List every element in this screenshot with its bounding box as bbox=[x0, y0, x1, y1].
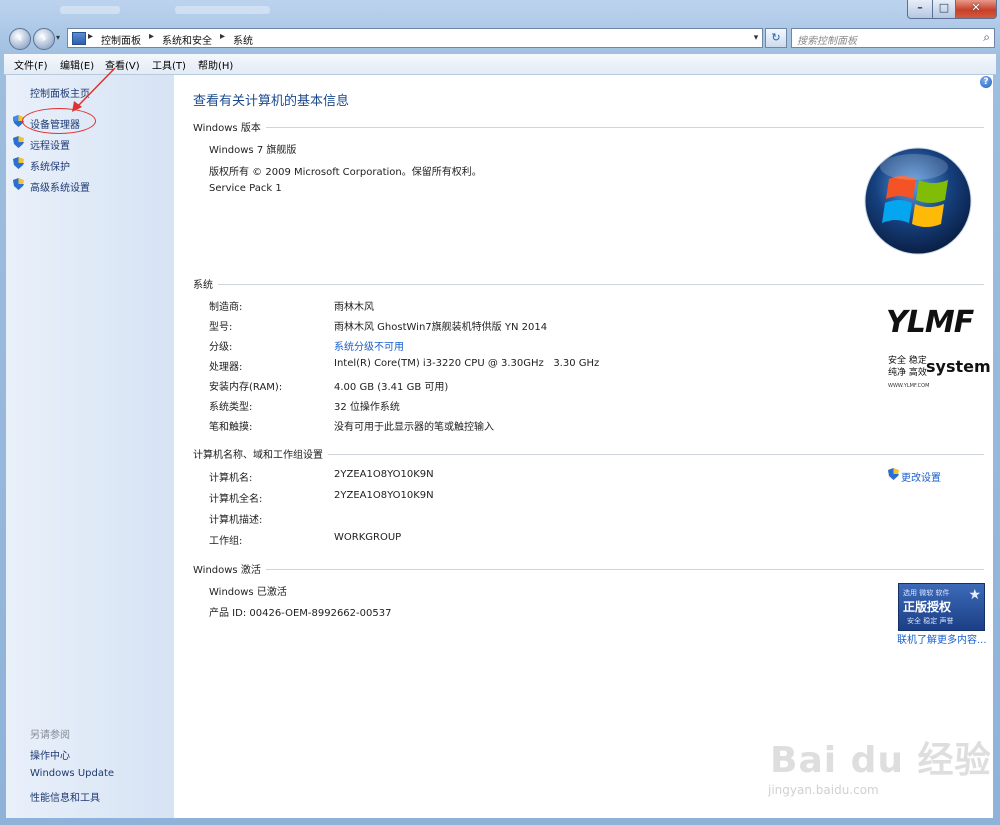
breadcrumb-system[interactable]: 系统 bbox=[233, 32, 253, 47]
system-heading: 系统 bbox=[193, 280, 213, 291]
windows-logo-icon bbox=[864, 147, 972, 255]
system-protection-link[interactable]: 系统保护 bbox=[30, 158, 70, 173]
maximize-button[interactable]: □ bbox=[932, 0, 956, 19]
search-placeholder: 搜索控制面板 bbox=[797, 36, 857, 47]
model-value: 雨林木风 GhostWin7旗舰装机特供版 YN 2014 bbox=[334, 322, 548, 333]
divider bbox=[218, 284, 984, 285]
genuine-badge-top: 选用 微软 软件 bbox=[903, 589, 950, 597]
system-type-label: 系统类型: bbox=[209, 402, 253, 413]
see-also-heading: 另请参阅 bbox=[30, 730, 70, 741]
annotation-arrow bbox=[72, 67, 116, 112]
shield-icon bbox=[13, 157, 24, 169]
rating-label: 分级: bbox=[209, 342, 233, 353]
search-icon[interactable]: ⌕ bbox=[983, 30, 990, 45]
service-pack: Service Pack 1 bbox=[209, 183, 282, 194]
breadcrumb-control-panel[interactable]: 控制面板 bbox=[101, 32, 141, 47]
menu-bar: 文件(F) 编辑(E) 查看(V) 工具(T) 帮助(H) bbox=[4, 54, 996, 75]
blurred-title bbox=[175, 6, 270, 14]
performance-info-link[interactable]: 性能信息和工具 bbox=[30, 789, 100, 804]
manufacturer-label: 制造商: bbox=[209, 302, 243, 313]
workgroup-label: 工作组: bbox=[209, 536, 243, 547]
computer-name-label: 计算机名: bbox=[209, 473, 253, 484]
edition-name: Windows 7 旗舰版 bbox=[209, 145, 297, 156]
divider bbox=[266, 127, 984, 128]
baidu-watermark: Bai du 经验 bbox=[770, 740, 992, 781]
ram-label: 安装内存(RAM): bbox=[209, 382, 283, 393]
pen-touch-value: 没有可用于此显示器的笔或触控输入 bbox=[334, 422, 494, 433]
divider bbox=[266, 569, 984, 570]
help-icon[interactable]: ? bbox=[980, 76, 992, 88]
forward-arrow-icon[interactable]: › bbox=[33, 28, 55, 50]
activation-heading: Windows 激活 bbox=[193, 565, 261, 576]
product-id: 产品 ID: 00426-OEM-8992662-00537 bbox=[209, 608, 392, 619]
page-title: 查看有关计算机的基本信息 bbox=[193, 94, 350, 109]
genuine-badge[interactable]: 选用 微软 软件 正版授权 安全 稳定 声誉 ★ bbox=[898, 583, 985, 631]
copyright-text: 版权所有 © 2009 Microsoft Corporation。保留所有权利… bbox=[209, 167, 482, 178]
computer-name-value: 2YZEA1O8YO10K9N bbox=[334, 469, 434, 480]
task-pane: 控制面板主页 设备管理器 远程设置 系统保护 高级系统设置 另请参阅 操作中心 … bbox=[6, 75, 174, 818]
oem-logo-system: system bbox=[926, 357, 991, 376]
address-dropdown-icon[interactable]: ▾ bbox=[749, 29, 763, 47]
shield-icon bbox=[888, 468, 899, 480]
breadcrumb-separator[interactable]: ▸ bbox=[220, 31, 225, 42]
oem-logo-url: WWW.YLMF.COM bbox=[888, 383, 930, 389]
address-bar[interactable]: ▸ 控制面板 ▸ 系统和安全 ▸ 系统 ▾ bbox=[67, 28, 763, 48]
minimize-button[interactable]: – bbox=[907, 0, 933, 19]
baidu-watermark-url: jingyan.baidu.com bbox=[768, 783, 879, 797]
navigation-bar: ‹ › ▾ ▸ 控制面板 ▸ 系统和安全 ▸ 系统 ▾ ↻ 搜索控制面板 ⌕ bbox=[0, 24, 1000, 52]
full-computer-name-label: 计算机全名: bbox=[209, 494, 263, 505]
refresh-icon[interactable]: ↻ bbox=[765, 28, 787, 48]
rating-link[interactable]: 系统分级不可用 bbox=[334, 338, 404, 353]
processor-value: Intel(R) Core(TM) i3-3220 CPU @ 3.30GHz … bbox=[334, 358, 600, 369]
learn-more-link[interactable]: 联机了解更多内容... bbox=[897, 631, 987, 646]
menu-tools[interactable]: 工具(T) bbox=[152, 57, 186, 72]
windows-update-link[interactable]: Windows Update bbox=[30, 768, 114, 779]
breadcrumb-separator[interactable]: ▸ bbox=[149, 31, 154, 42]
control-panel-icon bbox=[72, 32, 86, 45]
manufacturer-value: 雨林木风 bbox=[334, 302, 374, 313]
computer-description-label: 计算机描述: bbox=[209, 515, 263, 526]
search-input[interactable]: 搜索控制面板 ⌕ bbox=[791, 28, 995, 48]
advanced-system-settings-link[interactable]: 高级系统设置 bbox=[30, 179, 90, 194]
processor-label: 处理器: bbox=[209, 362, 243, 373]
recent-pages-dropdown[interactable]: ▾ bbox=[56, 33, 60, 42]
close-button[interactable]: ✕ bbox=[955, 0, 997, 19]
oem-logo-text: 纯净 高效 bbox=[888, 368, 927, 378]
oem-logo-brand: YLMF bbox=[886, 305, 974, 340]
ram-value: 4.00 GB (3.41 GB 可用) bbox=[334, 382, 449, 393]
model-label: 型号: bbox=[209, 322, 233, 333]
activation-status: Windows 已激活 bbox=[209, 587, 287, 598]
divider bbox=[328, 454, 984, 455]
pen-touch-label: 笔和触摸: bbox=[209, 422, 253, 433]
oem-logo: YLMF 安全 稳定 纯净 高效 system WWW.YLMF.COM bbox=[886, 305, 991, 393]
breadcrumb-separator: ▸ bbox=[88, 31, 94, 42]
computer-name-heading: 计算机名称、域和工作组设置 bbox=[193, 450, 323, 461]
shield-icon bbox=[13, 178, 24, 190]
remote-settings-link[interactable]: 远程设置 bbox=[30, 137, 70, 152]
shield-icon bbox=[13, 136, 24, 148]
menu-file[interactable]: 文件(F) bbox=[14, 57, 48, 72]
change-settings-link[interactable]: 更改设置 bbox=[901, 469, 941, 484]
genuine-badge-bottom: 安全 稳定 声誉 bbox=[907, 617, 954, 625]
window: – □ ✕ ‹ › ▾ ▸ 控制面板 ▸ 系统和安全 ▸ 系统 ▾ ↻ 搜索控制… bbox=[0, 0, 1000, 825]
system-type-value: 32 位操作系统 bbox=[334, 402, 400, 413]
blurred-title bbox=[60, 6, 120, 14]
workgroup-value: WORKGROUP bbox=[334, 532, 402, 543]
title-bar: – □ ✕ bbox=[0, 0, 1000, 24]
back-arrow-icon[interactable]: ‹ bbox=[9, 28, 31, 50]
action-center-link[interactable]: 操作中心 bbox=[30, 747, 70, 762]
full-computer-name-value: 2YZEA1O8YO10K9N bbox=[334, 490, 434, 501]
genuine-badge-main: 正版授权 bbox=[903, 600, 952, 614]
windows-edition-heading: Windows 版本 bbox=[193, 123, 261, 134]
breadcrumb-system-security[interactable]: 系统和安全 bbox=[162, 32, 212, 47]
star-icon: ★ bbox=[968, 587, 981, 603]
menu-help[interactable]: 帮助(H) bbox=[198, 57, 233, 72]
